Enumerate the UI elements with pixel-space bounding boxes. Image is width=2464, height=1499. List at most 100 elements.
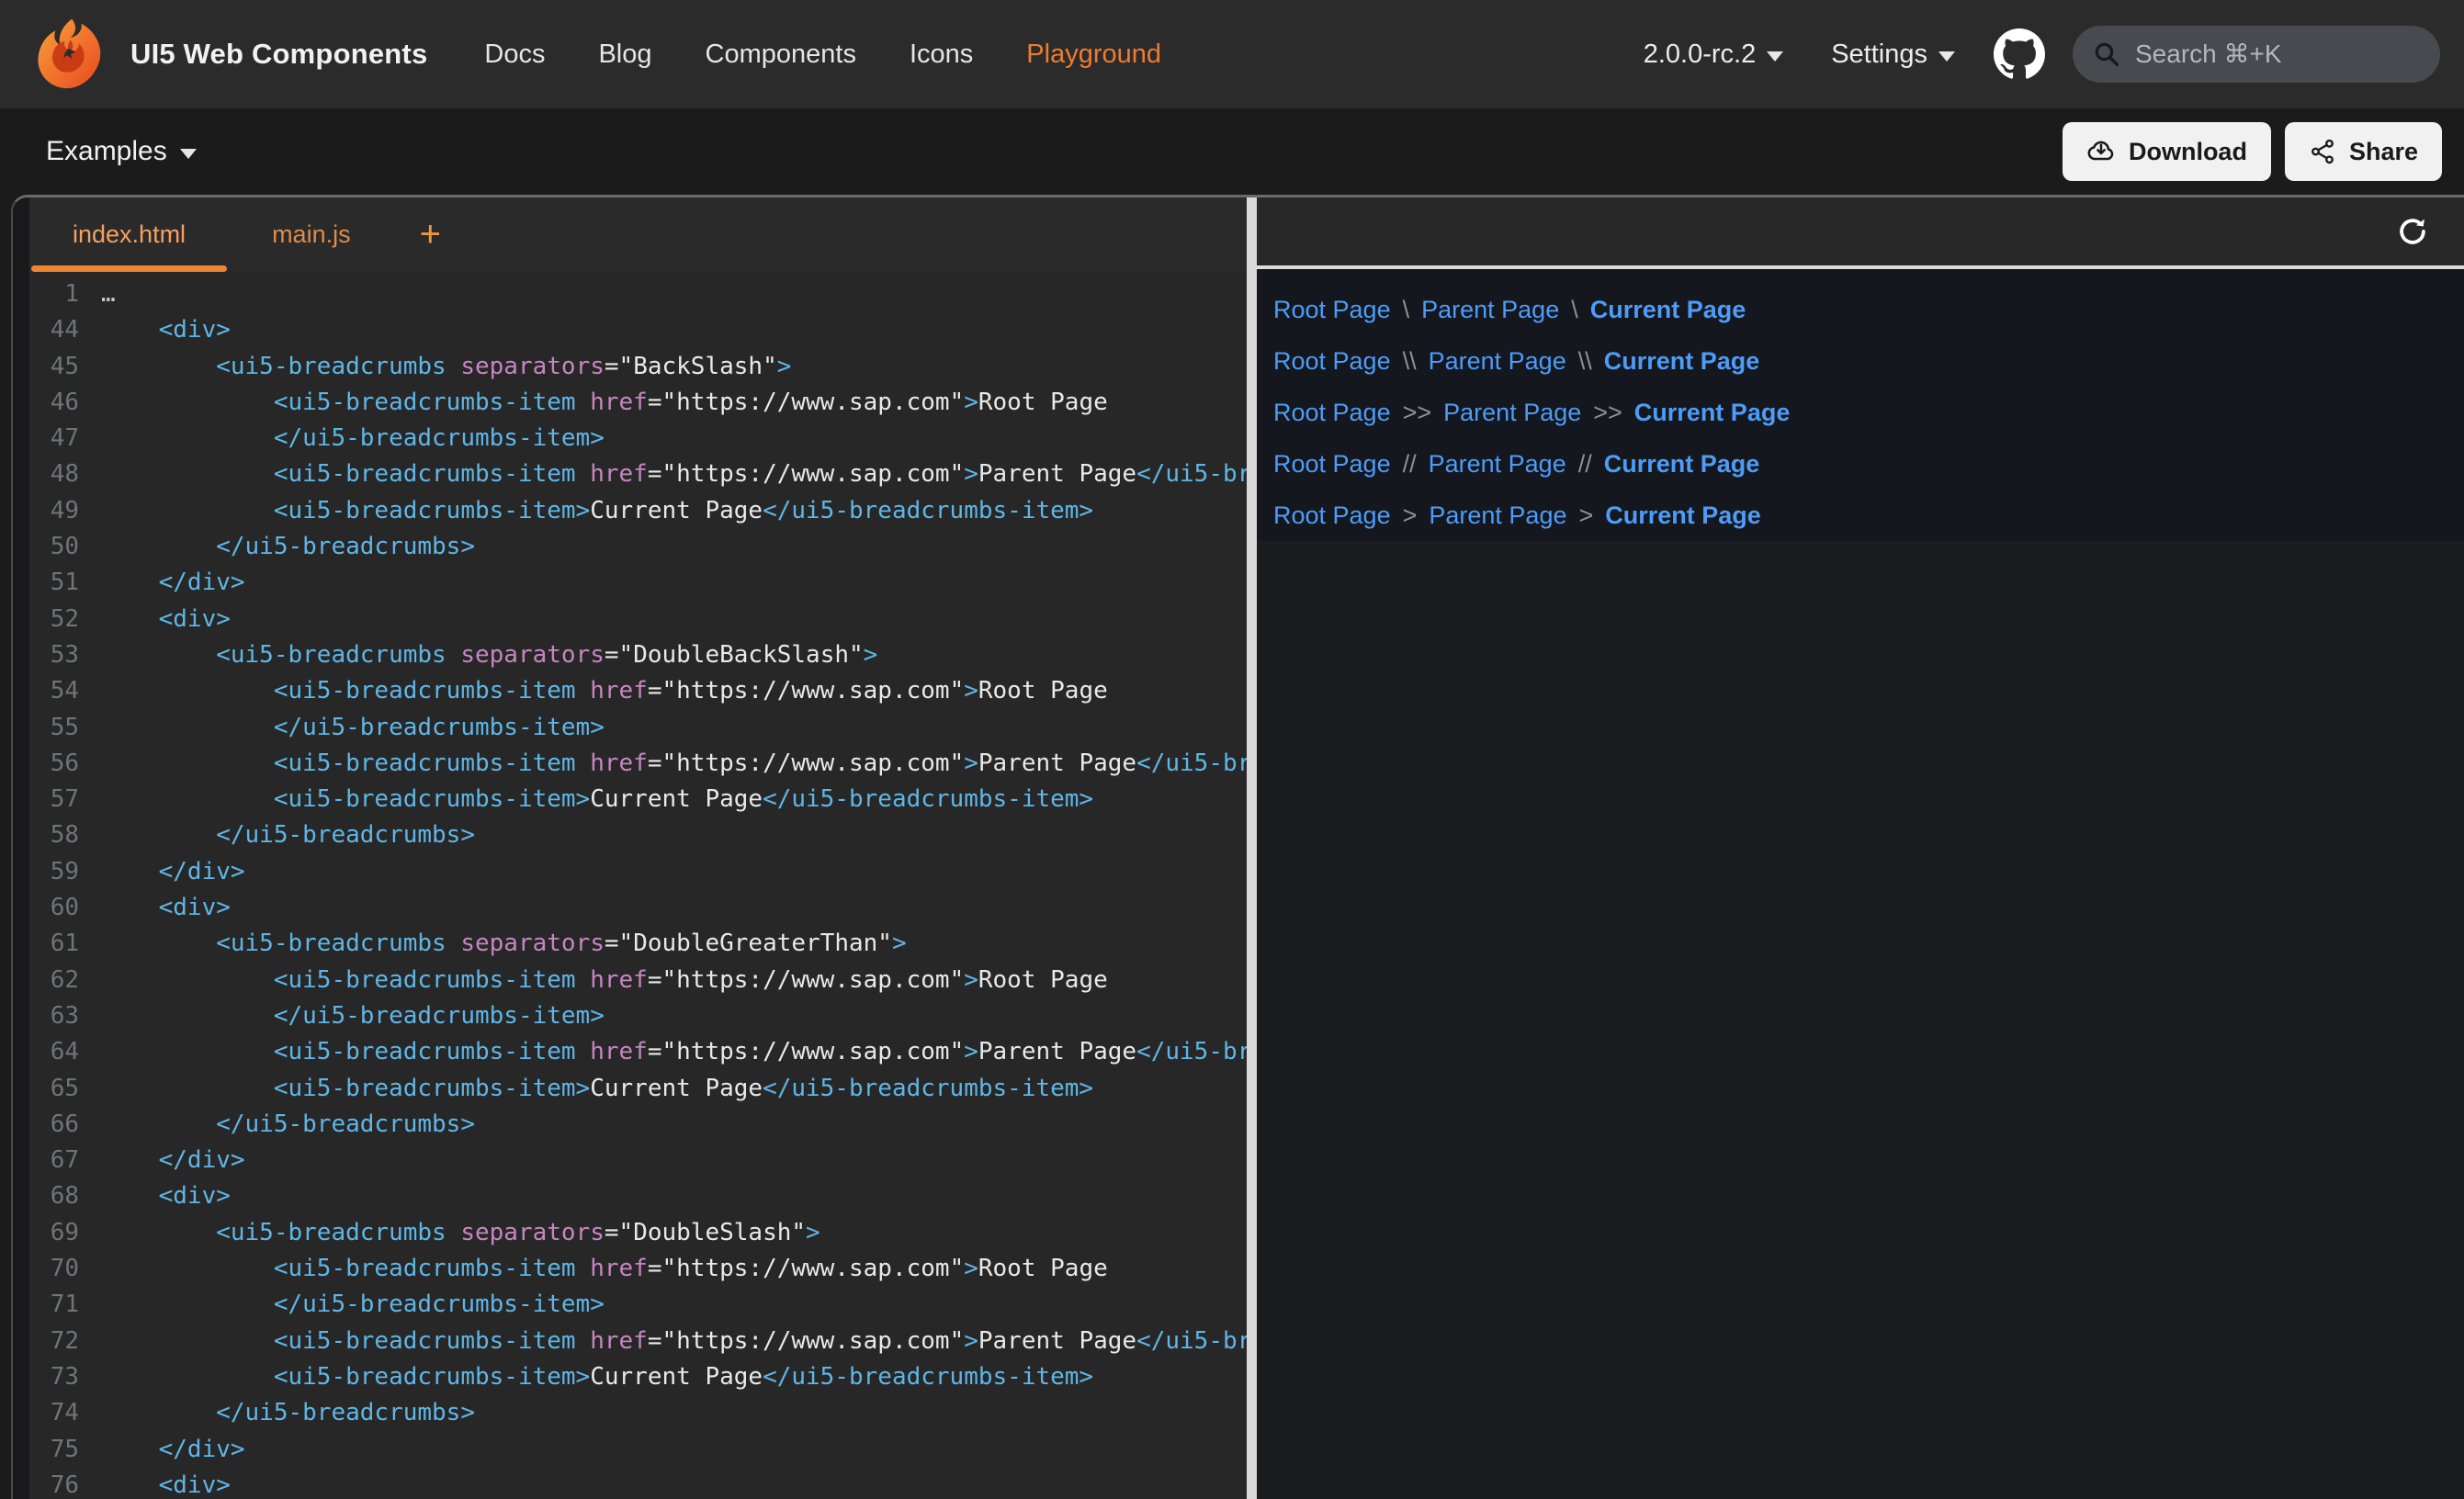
code-editor-pane: index.htmlmain.js+ 1…44 <div>45 <ui5-bre… <box>29 197 1247 1499</box>
preview-pane: Root Page\Parent Page\Current PageRoot P… <box>1257 197 2464 1499</box>
code-line[interactable]: 64 <ui5-breadcrumbs-item href="https://w… <box>29 1034 1247 1070</box>
editor-tab-index.html[interactable]: index.html <box>29 197 229 272</box>
breadcrumb-separator: \\ <box>1578 347 1592 376</box>
code-line[interactable]: 75 </div> <box>29 1432 1247 1468</box>
line-number: 54 <box>29 673 79 709</box>
breadcrumb-separator: > <box>1403 502 1418 530</box>
search-input[interactable] <box>2135 39 2411 69</box>
breadcrumb-link[interactable]: Parent Page <box>1429 502 1566 530</box>
code-line[interactable]: 60 <div> <box>29 890 1247 926</box>
nav-link-playground[interactable]: Playground <box>1026 39 1161 70</box>
editor-tabbar: index.htmlmain.js+ <box>29 197 1247 272</box>
code-line[interactable]: 68 <div> <box>29 1178 1247 1214</box>
code-line[interactable]: 54 <ui5-breadcrumbs-item href="https://w… <box>29 673 1247 709</box>
line-number: 52 <box>29 602 79 637</box>
code-line[interactable]: 63 </ui5-breadcrumbs-item> <box>29 998 1247 1034</box>
code-line[interactable]: 65 <ui5-breadcrumbs-item>Current Page</u… <box>29 1071 1247 1107</box>
code-line[interactable]: 70 <ui5-breadcrumbs-item href="https://w… <box>29 1251 1247 1287</box>
breadcrumb-row: Root Page\\Parent Page\\Current Page <box>1273 335 2464 387</box>
download-button[interactable]: Download <box>2063 122 2271 181</box>
code-line[interactable]: 61 <ui5-breadcrumbs separators="DoubleGr… <box>29 926 1247 962</box>
breadcrumb-row: Root Page//Parent Page//Current Page <box>1273 438 2464 490</box>
settings-label: Settings <box>1831 39 1927 70</box>
breadcrumb-link[interactable]: Parent Page <box>1429 450 1566 479</box>
code-line[interactable]: 73 <ui5-breadcrumbs-item>Current Page</u… <box>29 1359 1247 1395</box>
line-number: 51 <box>29 565 79 601</box>
line-content: </ui5-breadcrumbs-item> <box>79 710 605 746</box>
breadcrumb-current-page: Current Page <box>1634 399 1791 427</box>
line-number: 45 <box>29 349 79 385</box>
code-line[interactable]: 44 <div> <box>29 312 1247 348</box>
navbar-right: 2.0.0-rc.2 Settings <box>1644 26 2442 83</box>
editor-tab-main.js[interactable]: main.js <box>229 197 394 272</box>
code-line[interactable]: 74 </ui5-breadcrumbs> <box>29 1395 1247 1431</box>
code-line[interactable]: 58 </ui5-breadcrumbs> <box>29 817 1247 853</box>
breadcrumb-link[interactable]: Root Page <box>1273 502 1391 530</box>
code-line[interactable]: 71 </ui5-breadcrumbs-item> <box>29 1287 1247 1323</box>
code-line[interactable]: 56 <ui5-breadcrumbs-item href="https://w… <box>29 746 1247 782</box>
breadcrumb-separator: // <box>1578 450 1592 479</box>
code-line[interactable]: 67 </div> <box>29 1143 1247 1178</box>
code-line[interactable]: 57 <ui5-breadcrumbs-item>Current Page</u… <box>29 782 1247 817</box>
code-line[interactable]: 52 <div> <box>29 602 1247 637</box>
code-line[interactable]: 72 <ui5-breadcrumbs-item href="https://w… <box>29 1324 1247 1359</box>
chevron-down-icon <box>180 149 197 159</box>
settings-dropdown[interactable]: Settings <box>1831 39 1955 70</box>
nav-link-components[interactable]: Components <box>706 39 856 70</box>
line-number: 50 <box>29 529 79 565</box>
code-line[interactable]: 46 <ui5-breadcrumbs-item href="https://w… <box>29 385 1247 421</box>
phoenix-flame-icon[interactable] <box>33 17 108 92</box>
breadcrumb-link[interactable]: Root Page <box>1273 399 1391 427</box>
line-content: </ui5-breadcrumbs> <box>79 817 475 853</box>
add-file-button[interactable]: + <box>394 197 467 272</box>
download-label: Download <box>2129 138 2247 166</box>
line-number: 71 <box>29 1287 79 1323</box>
breadcrumb-link[interactable]: Root Page <box>1273 347 1391 376</box>
refresh-button[interactable] <box>2392 211 2433 252</box>
code-line[interactable]: 59 </div> <box>29 854 1247 890</box>
line-content: </div> <box>79 565 245 601</box>
breadcrumb-link[interactable]: Parent Page <box>1421 296 1559 324</box>
nav-link-docs[interactable]: Docs <box>484 39 545 70</box>
code-line[interactable]: 1… <box>29 276 1247 312</box>
nav-link-blog[interactable]: Blog <box>598 39 651 70</box>
code-line[interactable]: 76 <div> <box>29 1468 1247 1499</box>
code-line[interactable]: 48 <ui5-breadcrumbs-item href="https://w… <box>29 456 1247 492</box>
examples-toolbar: Examples Download Share <box>0 108 2464 195</box>
code-line[interactable]: 50 </ui5-breadcrumbs> <box>29 529 1247 565</box>
code-line[interactable]: 53 <ui5-breadcrumbs separators="DoubleBa… <box>29 637 1247 673</box>
code-line[interactable]: 55 </ui5-breadcrumbs-item> <box>29 710 1247 746</box>
line-number: 47 <box>29 421 79 456</box>
line-content: <ui5-breadcrumbs-item href="https://www.… <box>79 385 1108 421</box>
top-navbar: UI5 Web Components DocsBlogComponentsIco… <box>0 0 2464 108</box>
line-number: 73 <box>29 1359 79 1395</box>
version-dropdown[interactable]: 2.0.0-rc.2 <box>1644 39 1784 70</box>
code-editor[interactable]: 1…44 <div>45 <ui5-breadcrumbs separators… <box>29 272 1247 1499</box>
breadcrumb-link[interactable]: Root Page <box>1273 296 1391 324</box>
breadcrumb-separator: \ <box>1571 296 1578 324</box>
code-line[interactable]: 47 </ui5-breadcrumbs-item> <box>29 421 1247 456</box>
pane-splitter-handle[interactable] <box>1247 197 1257 1499</box>
examples-label: Examples <box>46 136 167 167</box>
examples-dropdown[interactable]: Examples <box>46 136 197 167</box>
search-box[interactable] <box>2073 26 2440 83</box>
share-button[interactable]: Share <box>2285 122 2442 181</box>
preview-frame: Root Page\Parent Page\Current PageRoot P… <box>1257 269 2464 541</box>
code-line[interactable]: 66 </ui5-breadcrumbs> <box>29 1107 1247 1143</box>
code-line[interactable]: 45 <ui5-breadcrumbs separators="BackSlas… <box>29 349 1247 385</box>
line-number: 58 <box>29 817 79 853</box>
line-content: <ui5-breadcrumbs-item href="https://www.… <box>79 746 1247 782</box>
breadcrumb-separator: > <box>1578 502 1593 530</box>
github-icon[interactable] <box>1994 28 2045 80</box>
breadcrumb-link[interactable]: Parent Page <box>1429 347 1566 376</box>
code-line[interactable]: 49 <ui5-breadcrumbs-item>Current Page</u… <box>29 493 1247 529</box>
line-content: <div> <box>79 312 231 348</box>
nav-link-icons[interactable]: Icons <box>910 39 973 70</box>
breadcrumb-link[interactable]: Root Page <box>1273 450 1391 479</box>
code-line[interactable]: 62 <ui5-breadcrumbs-item href="https://w… <box>29 963 1247 998</box>
code-line[interactable]: 51 </div> <box>29 565 1247 601</box>
line-content: </ui5-breadcrumbs-item> <box>79 421 605 456</box>
breadcrumb-separator: >> <box>1403 399 1432 427</box>
breadcrumb-link[interactable]: Parent Page <box>1443 399 1581 427</box>
code-line[interactable]: 69 <ui5-breadcrumbs separators="DoubleSl… <box>29 1215 1247 1251</box>
